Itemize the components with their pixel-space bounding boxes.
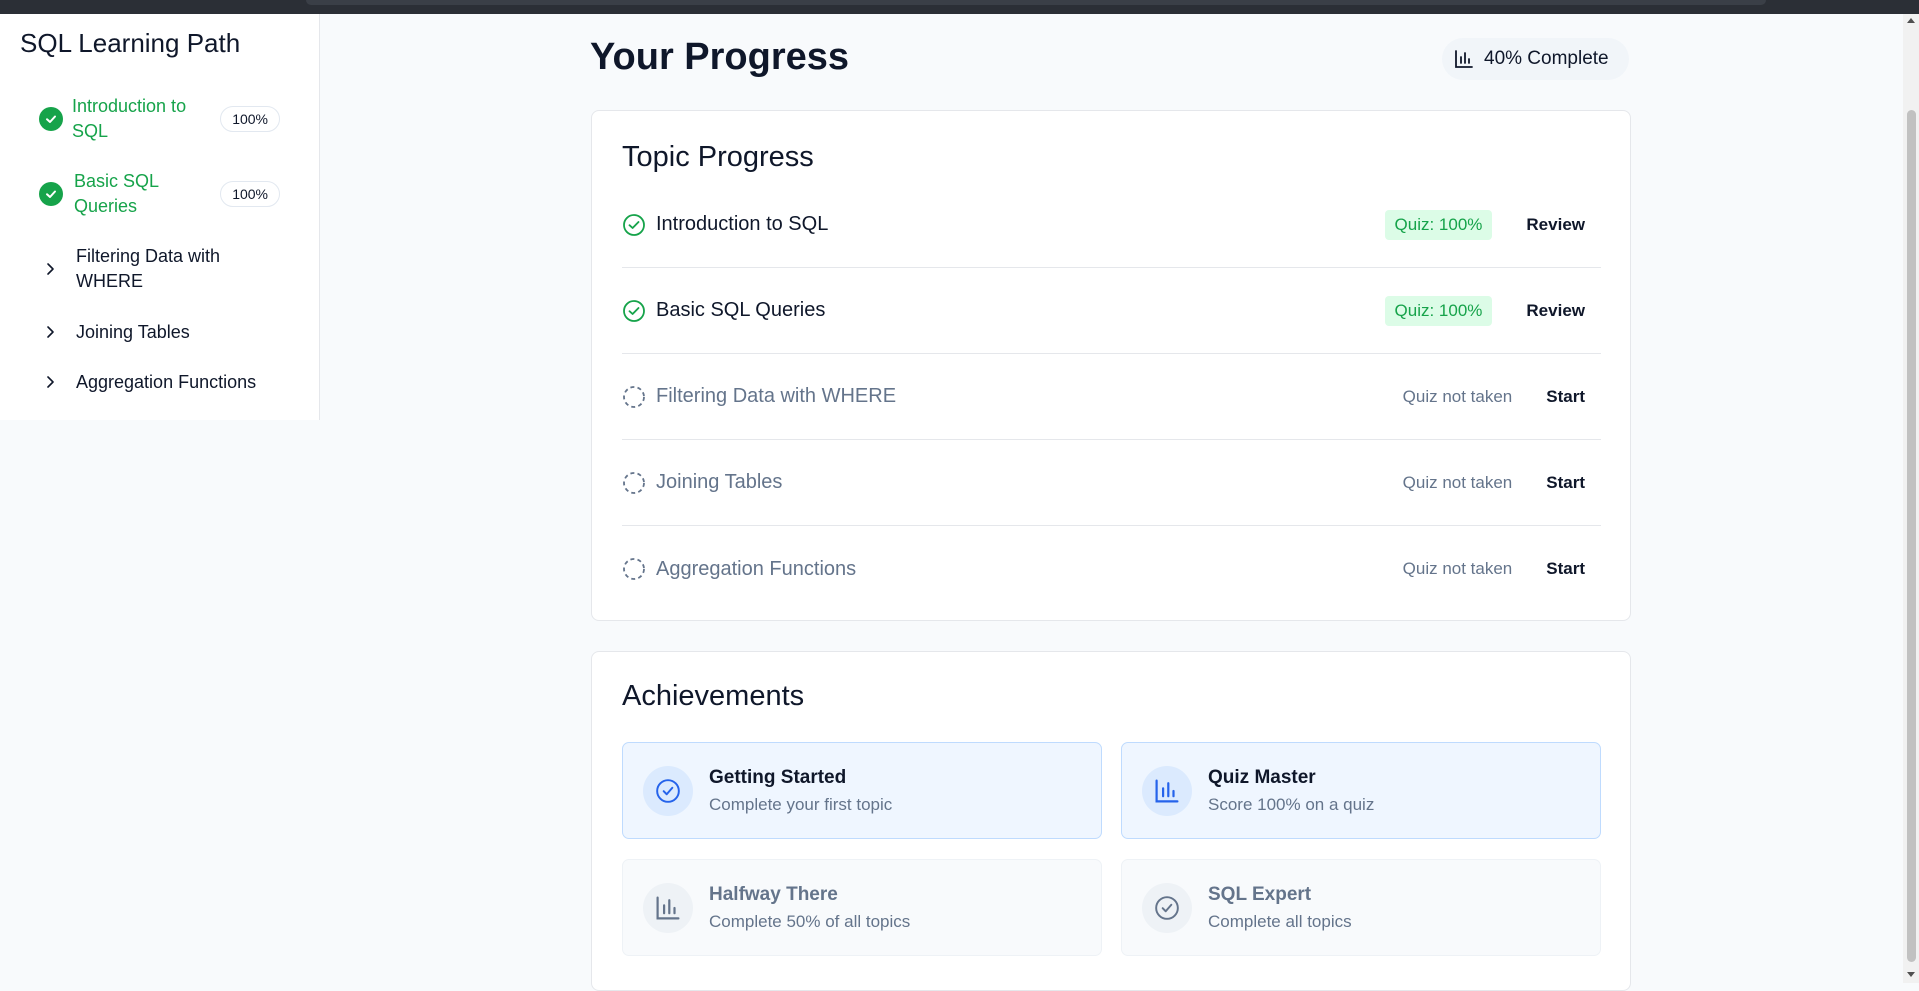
check-circle-icon — [1142, 882, 1192, 933]
check-circle-icon — [622, 299, 646, 323]
check-circle-icon — [643, 765, 693, 816]
scroll-up-icon[interactable] — [1907, 18, 1915, 23]
sidebar-item-label: Basic SQL Queries — [74, 171, 159, 216]
sidebar-item-label: Joining Tables — [76, 321, 190, 342]
topic-row: Basic SQL Queries Quiz: 100% Review — [622, 268, 1601, 354]
quiz-score-badge: Quiz: 100% — [1384, 295, 1493, 326]
check-circle-icon — [39, 107, 63, 131]
browser-top-bar-inner — [306, 0, 1766, 5]
bar-chart-icon — [1142, 765, 1192, 816]
check-circle-icon — [39, 182, 63, 206]
progress-badge: 100% — [220, 106, 280, 132]
topic-row: Introduction to SQL Quiz: 100% Review — [622, 182, 1601, 268]
dashed-circle-icon — [622, 385, 646, 409]
achievements-card: Achievements Getting Started Complete yo… — [591, 651, 1631, 991]
quiz-status: Quiz not taken — [1402, 386, 1513, 406]
sidebar: SQL Learning Path Introduction to SQL 10… — [0, 14, 320, 420]
achievement-description: Score 100% on a quiz — [1208, 794, 1375, 814]
sidebar-item-label: Introduction to SQL — [72, 96, 187, 141]
overall-progress-label: 40% Complete — [1484, 48, 1609, 69]
topic-name: Aggregation Functions — [656, 557, 857, 580]
quiz-status: Quiz not taken — [1402, 472, 1513, 492]
sidebar-item-joining-tables[interactable]: Joining Tables — [28, 316, 290, 348]
achievement-description: Complete your first topic — [709, 794, 893, 814]
progress-badge: 100% — [220, 181, 280, 207]
topic-row: Joining Tables Quiz not taken Start — [622, 440, 1601, 526]
scroll-down-icon[interactable] — [1907, 972, 1915, 977]
achievement-description: Complete all topics — [1208, 911, 1352, 931]
topic-row: Filtering Data with WHERE Quiz not taken… — [622, 354, 1601, 440]
scrollbar-thumb[interactable] — [1907, 110, 1916, 962]
dashed-circle-icon — [622, 471, 646, 495]
achievement-name: SQL Expert — [1208, 883, 1312, 905]
achievement-name: Getting Started — [709, 766, 847, 788]
chevron-right-icon — [40, 372, 60, 392]
topic-progress-card: Topic Progress Introduction to SQL Quiz:… — [591, 110, 1631, 621]
review-button[interactable]: Review — [1510, 207, 1601, 243]
sidebar-item-introduction-to-sql[interactable]: Introduction to SQL 100% — [28, 92, 290, 146]
page-title: Your Progress — [590, 36, 850, 78]
topic-progress-title: Topic Progress — [622, 141, 814, 173]
sidebar-item-filtering-data-with-where[interactable]: Filtering Data with WHERE — [28, 242, 290, 296]
topic-name: Filtering Data with WHERE — [656, 385, 897, 407]
quiz-score-badge: Quiz: 100% — [1384, 209, 1493, 240]
achievement-halfway-there: Halfway There Complete 50% of all topics — [622, 859, 1102, 956]
chevron-right-icon — [40, 259, 60, 279]
browser-top-bar — [0, 0, 1919, 14]
sidebar-item-label: Aggregation Functions — [76, 371, 257, 392]
topic-row: Aggregation Functions Quiz not taken Sta… — [622, 526, 1601, 612]
achievement-name: Quiz Master — [1208, 766, 1316, 788]
bar-chart-icon — [643, 882, 693, 933]
achievements-title: Achievements — [622, 680, 805, 712]
topic-name: Joining Tables — [656, 471, 783, 493]
start-button[interactable]: Start — [1530, 551, 1601, 587]
start-button[interactable]: Start — [1530, 379, 1601, 415]
achievement-name: Halfway There — [709, 883, 838, 905]
bar-chart-icon — [1454, 49, 1474, 69]
sidebar-item-aggregation-functions[interactable]: Aggregation Functions — [28, 366, 290, 398]
dashed-circle-icon — [622, 557, 646, 581]
vertical-scrollbar[interactable] — [1903, 14, 1919, 983]
achievement-description: Complete 50% of all topics — [709, 911, 911, 931]
review-button[interactable]: Review — [1510, 293, 1601, 329]
achievement-quiz-master: Quiz Master Score 100% on a quiz — [1121, 742, 1601, 839]
start-button[interactable]: Start — [1530, 465, 1601, 501]
sidebar-item-label: Filtering Data with WHERE — [76, 246, 221, 291]
chevron-right-icon — [40, 322, 60, 342]
topic-name: Basic SQL Queries — [656, 299, 826, 321]
overall-progress-badge: 40% Complete — [1442, 38, 1629, 80]
topic-name: Introduction to SQL — [656, 213, 829, 235]
sidebar-item-basic-sql-queries[interactable]: Basic SQL Queries 100% — [28, 167, 290, 221]
sidebar-title: SQL Learning Path — [20, 28, 241, 58]
achievement-getting-started: Getting Started Complete your first topi… — [622, 742, 1102, 839]
achievement-sql-expert: SQL Expert Complete all topics — [1121, 859, 1601, 956]
quiz-status: Quiz not taken — [1402, 559, 1513, 578]
check-circle-icon — [622, 213, 646, 237]
